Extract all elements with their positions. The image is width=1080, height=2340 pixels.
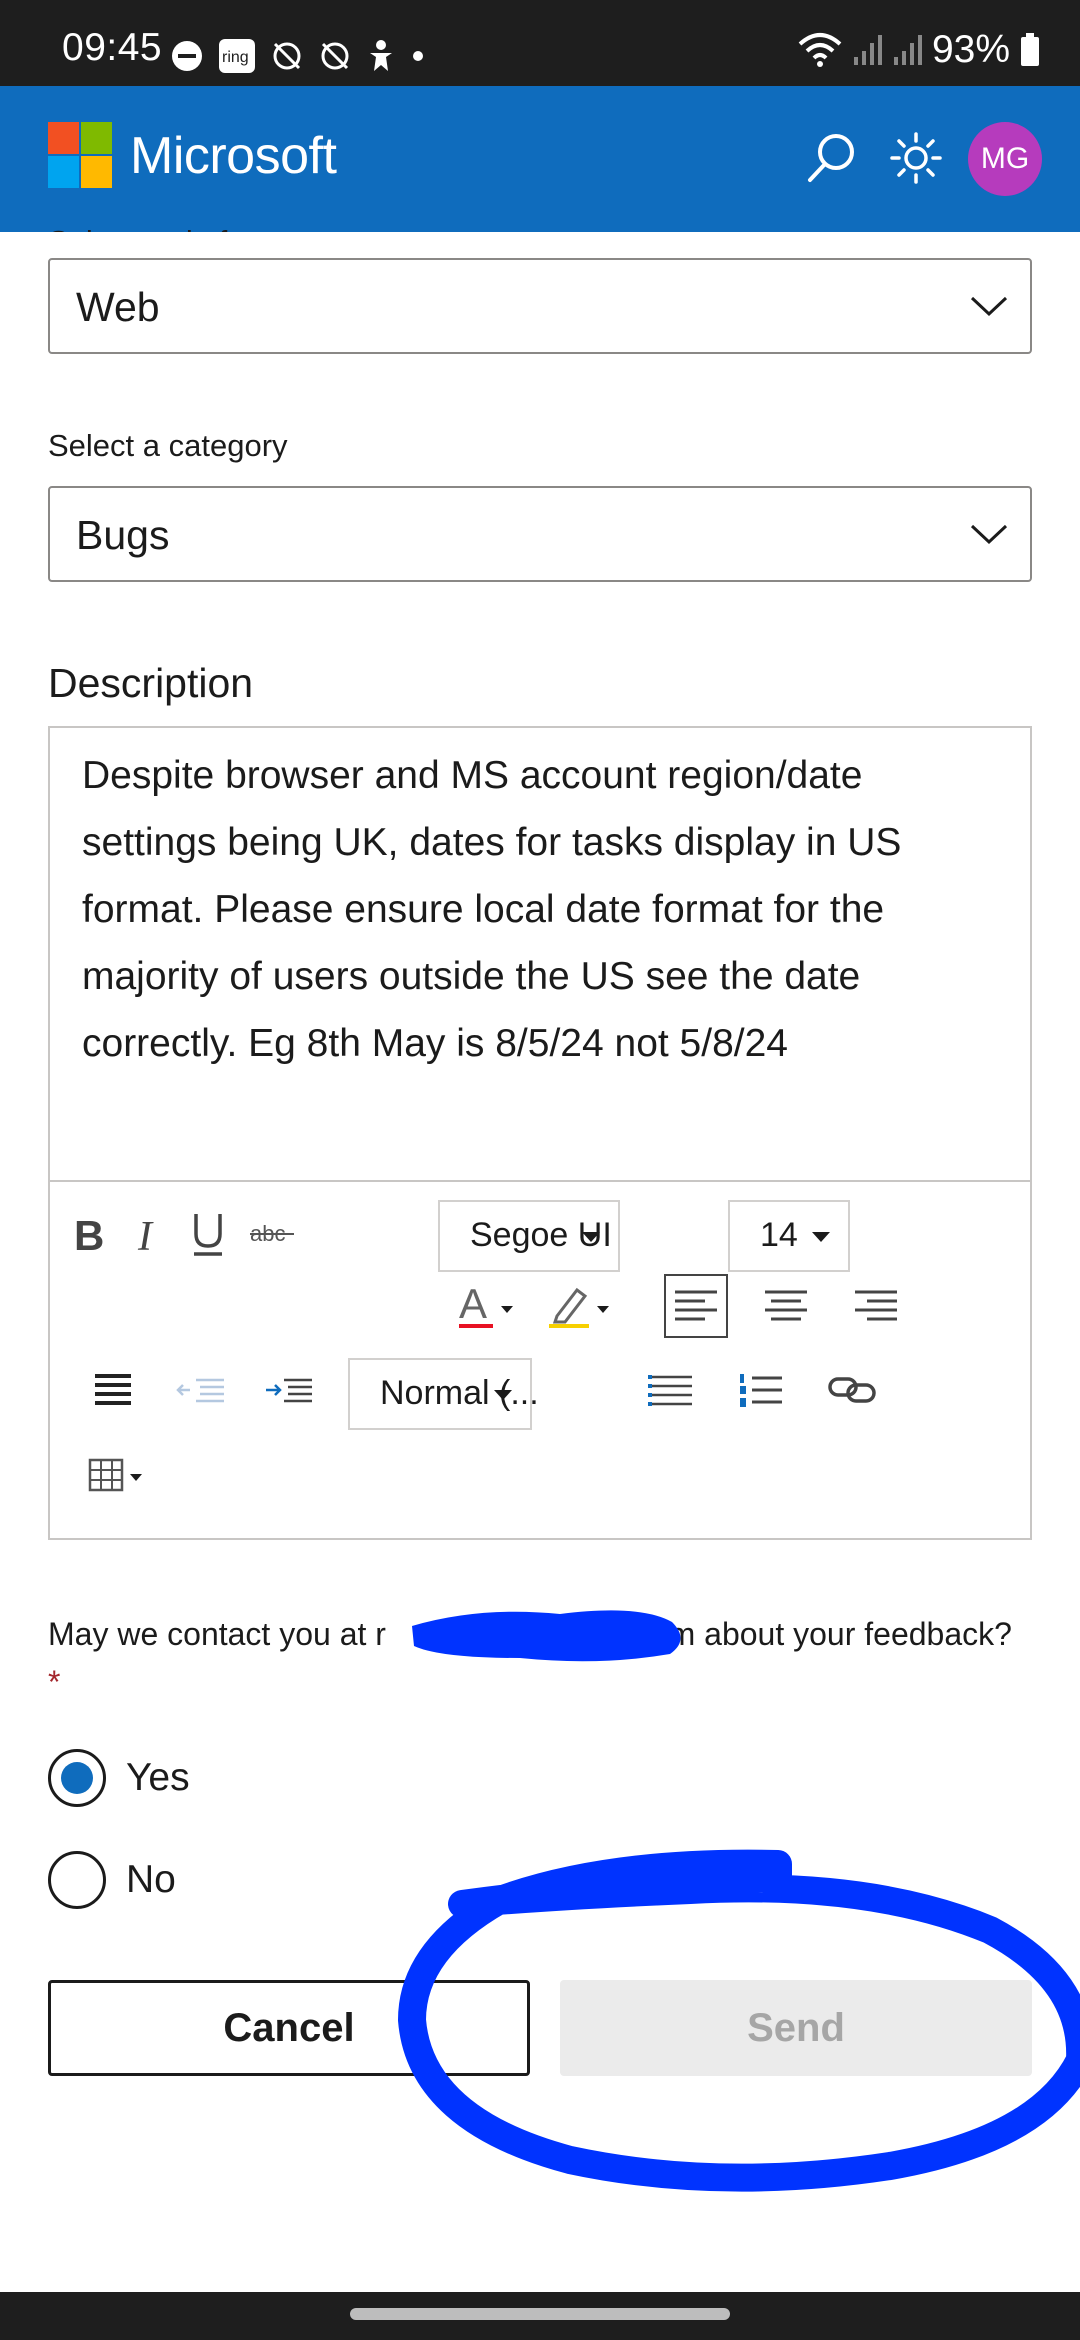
radio-yes-circle[interactable] <box>48 1749 106 1807</box>
svg-text:B: B <box>74 1212 104 1256</box>
radio-no-circle[interactable] <box>48 1851 106 1909</box>
annotation-circle <box>398 1849 1080 2192</box>
status-system-icons: 93% <box>798 28 1040 71</box>
numbered-list-icon <box>740 1374 782 1407</box>
signal-icon <box>892 33 922 67</box>
search-icon <box>808 134 854 182</box>
system-nav-bar <box>0 2292 1080 2340</box>
platform-select[interactable]: Web <box>48 258 1032 354</box>
bold-icon: B <box>74 1212 104 1256</box>
microsoft-logo-icon[interactable] <box>48 122 112 188</box>
description-textarea[interactable]: Despite browser and MS account region/da… <box>82 742 1002 1077</box>
caret-down-icon <box>494 1390 512 1400</box>
table-icon <box>88 1458 142 1492</box>
radio-yes-label: Yes <box>126 1756 190 1799</box>
status-time: 09:45 <box>62 26 163 69</box>
radio-no[interactable]: No <box>48 1850 176 1910</box>
radio-no-label: No <box>126 1858 176 1901</box>
insert-link-button[interactable] <box>822 1358 882 1422</box>
strikethrough-icon: abc <box>250 1221 294 1246</box>
status-notification-icons: ring <box>170 36 426 76</box>
justify-icon <box>95 1374 131 1405</box>
align-right-icon <box>855 1290 897 1321</box>
avatar[interactable]: MG <box>968 122 1042 196</box>
search-button[interactable] <box>800 126 864 190</box>
contact-question-prefix: May we contact you at r <box>48 1616 386 1652</box>
radio-yes[interactable]: Yes <box>48 1748 190 1808</box>
paragraph-style-dropdown[interactable]: Normal (... <box>348 1358 539 1430</box>
link-icon <box>828 1377 876 1403</box>
chevron-down-icon <box>970 296 1008 317</box>
ring-app-icon: ring <box>218 38 256 74</box>
italic-icon: I <box>137 1214 154 1256</box>
align-left-icon <box>675 1290 717 1321</box>
platform-label: Select a platform <box>48 224 281 232</box>
italic-button[interactable]: I <box>126 1204 170 1264</box>
align-center-icon <box>765 1290 807 1321</box>
highlight-button[interactable] <box>546 1274 616 1338</box>
ring-badge-text: ring <box>222 49 249 66</box>
radio-selected-dot <box>61 1762 93 1794</box>
numbered-list-button[interactable] <box>734 1358 788 1422</box>
battery-percent: 93% <box>931 28 1010 71</box>
redaction-scribble <box>412 1610 681 1662</box>
strikethrough-button[interactable]: abc <box>246 1204 300 1264</box>
category-label: Select a category <box>48 428 288 463</box>
font-color-button[interactable]: A <box>454 1274 524 1338</box>
highlighter-icon <box>549 1287 609 1328</box>
sync-off-icon <box>270 39 304 73</box>
category-select-value: Bugs <box>76 512 170 558</box>
brand-name[interactable]: Microsoft <box>130 126 337 186</box>
editor-toolbar: B I abc Segoe UI 14 A Normal (... <box>50 1180 1030 1538</box>
font-family-dropdown[interactable]: Segoe UI <box>438 1200 620 1272</box>
caret-down-icon <box>582 1232 600 1242</box>
paragraph-style-value: Normal (... <box>380 1374 539 1412</box>
font-color-icon: A <box>459 1280 513 1328</box>
align-right-button[interactable] <box>844 1274 908 1338</box>
svg-text:A: A <box>459 1280 487 1327</box>
signal-icon <box>852 33 882 67</box>
bullet-list-icon <box>648 1375 692 1406</box>
bold-button[interactable]: B <box>66 1204 110 1264</box>
accessibility-icon <box>366 39 396 73</box>
caret-down-icon <box>812 1232 830 1242</box>
sun-icon <box>890 132 942 184</box>
decrease-indent-button[interactable] <box>174 1358 228 1422</box>
required-asterisk: * <box>48 1664 61 1700</box>
increase-indent-button[interactable] <box>262 1358 316 1422</box>
battery-icon <box>1020 33 1040 67</box>
description-editor[interactable]: Despite browser and MS account region/da… <box>48 726 1032 1540</box>
underline-button[interactable] <box>186 1204 230 1264</box>
app-header: Microsoft MG <box>0 86 1080 232</box>
sync-off-icon <box>318 39 352 73</box>
font-size-value: 14 <box>760 1216 798 1254</box>
platform-select-value: Web <box>76 284 160 330</box>
font-size-dropdown[interactable]: 14 <box>728 1200 850 1272</box>
dnd-icon <box>170 39 204 73</box>
theme-toggle-button[interactable] <box>884 126 948 190</box>
dot-icon <box>410 48 426 64</box>
align-left-button[interactable] <box>664 1274 728 1338</box>
wifi-icon <box>798 32 842 68</box>
bullet-list-button[interactable] <box>644 1358 698 1422</box>
chevron-down-icon <box>970 524 1008 545</box>
home-handle[interactable] <box>350 2308 730 2320</box>
description-heading: Description <box>48 660 254 706</box>
category-select[interactable]: Bugs <box>48 486 1032 582</box>
underline-icon <box>194 1214 222 1256</box>
increase-indent-icon <box>266 1378 312 1403</box>
decrease-indent-icon <box>176 1378 224 1403</box>
justify-button[interactable] <box>86 1358 140 1422</box>
status-bar: 09:45 ring 93% <box>0 0 1080 86</box>
svg-text:I: I <box>137 1214 154 1256</box>
insert-table-button[interactable] <box>86 1444 156 1508</box>
align-center-button[interactable] <box>754 1274 818 1338</box>
